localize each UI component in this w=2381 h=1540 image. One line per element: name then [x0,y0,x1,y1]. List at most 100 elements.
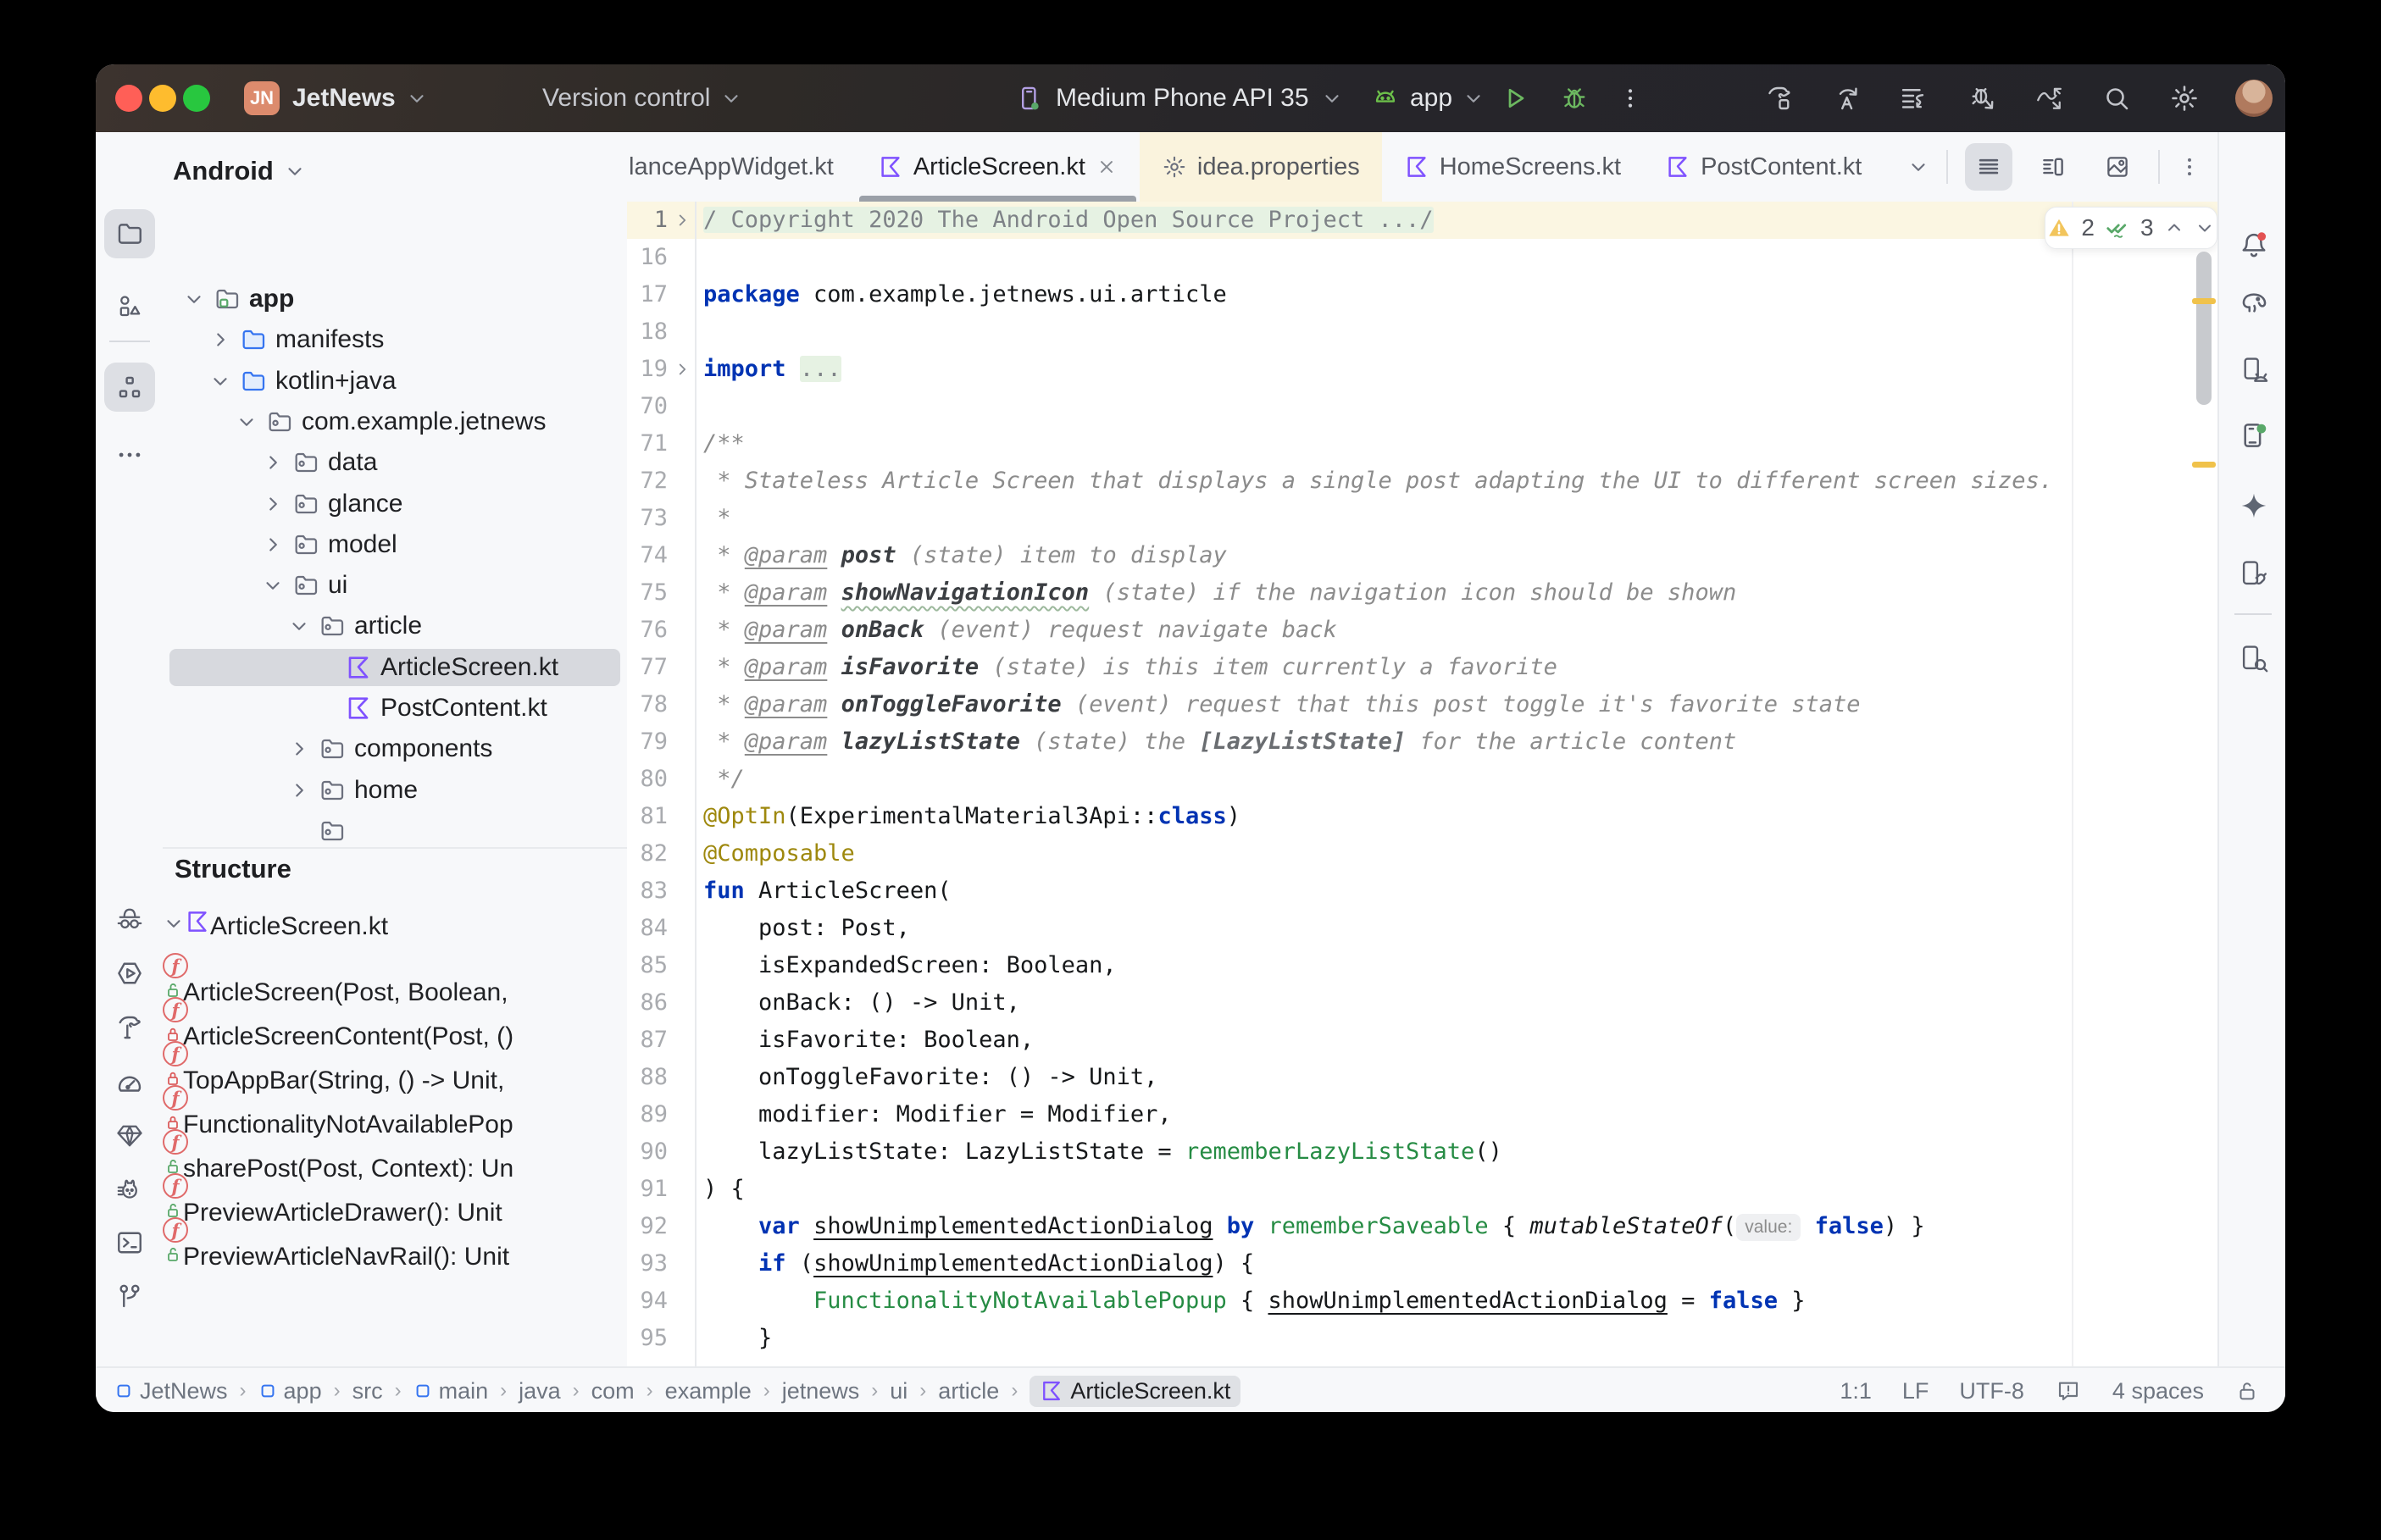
line-number[interactable]: 81 [627,798,668,835]
tree-row[interactable]: com.example.jetnews [163,402,627,442]
breadcrumb-item[interactable]: src [352,1378,383,1404]
line-number[interactable]: 73 [627,500,668,537]
chevron-right-icon[interactable] [262,451,284,474]
chevron-down-icon[interactable] [262,574,284,596]
editor-tab-postcontent-kt[interactable]: PostContent.kt [1643,132,1884,202]
line-number[interactable]: 74 [627,537,668,574]
structure-member-row[interactable]: f ArticleScreenContent(Post, () [163,997,627,1050]
run-button[interactable] [1500,83,1530,114]
line-number[interactable]: 91 [627,1171,668,1208]
fold-arrow-icon[interactable] [671,202,693,239]
tree-row[interactable]: components [163,728,627,769]
tree-row[interactable]: ArticleScreen.kt [163,647,627,688]
ok-count[interactable]: 3 [2140,214,2154,241]
editor-tab-lanceappwidget-kt[interactable]: lanceAppWidget.kt [627,132,856,202]
code-view-button[interactable] [1965,143,2012,191]
tree-row[interactable]: model [163,524,627,565]
debug-button[interactable] [1559,83,1590,114]
breadcrumb-item[interactable]: com [591,1378,635,1404]
terminal-tool-button[interactable] [104,1218,155,1267]
line-number[interactable]: 82 [627,835,668,872]
line-number[interactable]: 86 [627,984,668,1022]
line-number[interactable]: 79 [627,723,668,761]
line-number[interactable]: 80 [627,761,668,798]
structure-member-row[interactable]: f sharePost(Post, Context): Un [163,1129,627,1183]
indent-style[interactable]: 4 spaces [2112,1378,2204,1404]
line-number[interactable]: 18 [627,313,668,351]
warning-count[interactable]: 2 [2081,214,2095,241]
device-mirroring-tool-button[interactable] [2228,549,2279,598]
more-actions-icon[interactable] [1617,85,1644,112]
chevron-right-icon[interactable] [209,329,231,351]
editor-options-icon[interactable] [2177,154,2202,180]
profiler-tool-button[interactable] [104,1057,155,1106]
sync-project-icon[interactable] [1833,83,1863,114]
structure-file-row[interactable]: ArticleScreen.kt [163,909,627,951]
hidden-tabs-chevron-icon[interactable] [1907,156,1929,178]
scrollbar-thumb[interactable] [2196,252,2212,405]
design-view-button[interactable] [2094,143,2141,191]
breadcrumb-item[interactable]: main [413,1378,488,1404]
line-number[interactable]: 78 [627,686,668,723]
gemini-tool-button[interactable] [2228,481,2279,530]
tree-row[interactable]: app [163,279,627,319]
breadcrumb-item[interactable]: ArticleScreen.kt [1030,1375,1241,1407]
vcs-widget[interactable]: Version control [542,64,742,132]
tree-row[interactable]: data [163,442,627,483]
breadcrumb-item[interactable]: java [519,1378,561,1404]
logcat-tool-button[interactable] [104,1166,155,1215]
line-number[interactable]: 94 [627,1282,668,1320]
line-number[interactable]: 72 [627,463,668,500]
line-number[interactable]: 89 [627,1096,668,1133]
line-number[interactable]: 95 [627,1320,668,1357]
structure-member-row[interactable]: f PreviewArticleNavRail(): Unit [163,1217,627,1271]
line-number[interactable]: 16 [627,239,668,276]
warning-stripe-mark[interactable] [2192,462,2216,468]
tree-row[interactable]: ui [163,565,627,606]
line-separator[interactable]: LF [1902,1378,1929,1404]
resource-manager-tool-button[interactable] [104,281,155,330]
next-problem-icon[interactable] [2195,218,2215,238]
line-number[interactable]: 1 [627,202,668,239]
line-number[interactable]: 77 [627,649,668,686]
device-explorer-tool-button[interactable] [2228,634,2279,683]
line-number[interactable]: 84 [627,910,668,947]
sdk-manager-icon[interactable] [1898,83,1929,114]
chevron-down-icon[interactable] [163,912,185,934]
line-number[interactable]: 90 [627,1133,668,1171]
device-selector[interactable]: Medium Phone API 35 [1015,64,1343,132]
line-number[interactable]: 17 [627,276,668,313]
attach-debugger-icon[interactable] [1968,83,1999,114]
close-window-button[interactable] [115,85,142,112]
chevron-down-icon[interactable] [236,411,258,433]
chevron-right-icon[interactable] [288,738,310,760]
settings-icon[interactable] [2169,83,2200,114]
breadcrumb-item[interactable]: ui [890,1378,907,1404]
editor-tab-idea-properties[interactable]: idea.properties [1139,132,1382,202]
chevron-right-icon[interactable] [288,779,310,801]
breadcrumb-item[interactable]: example [665,1378,752,1404]
fold-arrow-icon[interactable] [671,351,693,388]
line-number[interactable]: 88 [627,1059,668,1096]
line-number[interactable]: 19 [627,351,668,388]
editor-tab-articlescreen-kt[interactable]: ArticleScreen.kt [856,132,1140,202]
file-encoding[interactable]: UTF-8 [1959,1378,2024,1404]
tree-row[interactable]: article [163,606,627,646]
editor-tab-homescreens-kt[interactable]: HomeScreens.kt [1382,132,1643,202]
project-widget[interactable]: JetNews [292,64,428,132]
file-writable-icon[interactable] [2234,1378,2260,1404]
notifications-button[interactable] [2228,220,2279,269]
tree-row[interactable]: manifests [163,319,627,360]
line-number[interactable]: 85 [627,947,668,984]
breadcrumb-item[interactable]: JetNews [114,1378,228,1404]
caret-position[interactable]: 1:1 [1840,1378,1872,1404]
app-inspection-tool-button[interactable] [104,895,155,944]
structure-member-row[interactable]: f PreviewArticleDrawer(): Unit [163,1173,627,1227]
line-number[interactable]: 83 [627,872,668,910]
line-number[interactable]: 75 [627,574,668,612]
chevron-down-icon[interactable] [288,615,310,637]
zoom-window-button[interactable] [183,85,210,112]
version-control-tool-button[interactable] [104,1271,155,1321]
chevron-right-icon[interactable] [262,534,284,556]
structure-tool-button[interactable] [104,363,155,412]
